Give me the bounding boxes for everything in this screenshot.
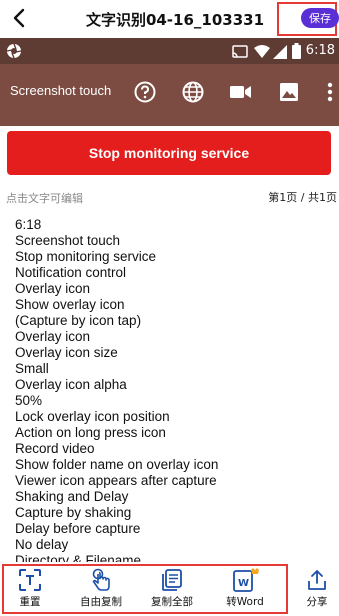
text-line[interactable]: Action on long press icon (15, 425, 335, 441)
copy-all-label: 复制全部 (151, 596, 193, 608)
reset-label: 重置 (19, 596, 41, 608)
text-line[interactable]: Show overlay icon (15, 297, 335, 313)
text-line[interactable]: 6:18 (15, 217, 335, 233)
save-button[interactable]: 保存 (301, 8, 339, 28)
text-line[interactable]: Shaking and Delay (15, 489, 335, 505)
video-camera-icon (229, 80, 253, 104)
help-icon (133, 80, 157, 104)
edit-hint: 点击文字可编辑 (6, 192, 83, 205)
text-line[interactable]: Record video (15, 441, 335, 457)
text-line[interactable]: (Capture by icon tap) (15, 313, 335, 329)
battery-icon (292, 43, 301, 63)
scan-frame-icon (18, 568, 42, 592)
free-copy-label: 自由复制 (80, 596, 122, 608)
text-line[interactable]: Notification control (15, 265, 335, 281)
app-title: Screenshot touch (10, 83, 112, 98)
text-line[interactable]: Overlay icon alpha (15, 377, 335, 393)
captured-screenshot: 6:18 Screenshot touch (0, 38, 339, 126)
text-line[interactable]: Screenshot touch (15, 233, 335, 249)
text-line[interactable]: Lock overlay icon position (15, 409, 335, 425)
status-time: 6:18 (305, 43, 335, 58)
back-icon[interactable] (8, 6, 30, 30)
text-line[interactable]: Overlay icon size (15, 345, 335, 361)
more-vert-icon (318, 80, 339, 104)
cast-icon (232, 44, 248, 63)
share-icon (305, 568, 329, 592)
free-copy-button[interactable]: 自由复制 (71, 568, 131, 614)
text-line[interactable]: Delay before capture (15, 521, 335, 537)
reset-button[interactable]: 重置 (0, 568, 60, 614)
text-line[interactable]: Overlay icon (15, 281, 335, 297)
app-toolbar: Screenshot touch (0, 64, 339, 126)
status-bar: 6:18 (0, 38, 339, 64)
text-line[interactable]: Overlay icon (15, 329, 335, 345)
image-icon (277, 80, 301, 104)
svg-text:W: W (238, 578, 249, 589)
top-bar: 文字识别04-16_103331 保存 (0, 0, 339, 38)
share-button[interactable]: 分享 (287, 568, 339, 614)
aperture-icon (6, 43, 22, 63)
text-line[interactable]: 50% (15, 393, 335, 409)
to-word-button[interactable]: W 转Word (215, 568, 275, 614)
share-label: 分享 (306, 596, 328, 608)
to-word-label: 转Word (226, 596, 264, 608)
text-line[interactable]: Small (15, 361, 335, 377)
page-title: 文字识别04-16_103331 (85, 11, 265, 29)
copy-document-icon (160, 568, 184, 592)
signal-icon (273, 44, 287, 63)
text-line[interactable]: Viewer icon appears after capture (15, 473, 335, 489)
wifi-icon (254, 44, 270, 63)
text-line[interactable]: Stop monitoring service (15, 249, 335, 265)
copy-all-button[interactable]: 复制全部 (142, 568, 202, 614)
text-line[interactable]: No delay (15, 537, 335, 553)
text-line[interactable]: Show folder name on overlay icon (15, 457, 335, 473)
stop-monitoring-button: Stop monitoring service (7, 131, 331, 175)
text-line[interactable]: Capture by shaking (15, 505, 335, 521)
globe-icon (181, 80, 205, 104)
recognized-text-area[interactable]: 6:18 Screenshot touch Stop monitoring se… (15, 217, 335, 564)
tap-hand-icon (89, 568, 113, 592)
word-document-icon: W (230, 568, 260, 592)
page-indicator: 第1页 / 共1页 (268, 191, 337, 204)
